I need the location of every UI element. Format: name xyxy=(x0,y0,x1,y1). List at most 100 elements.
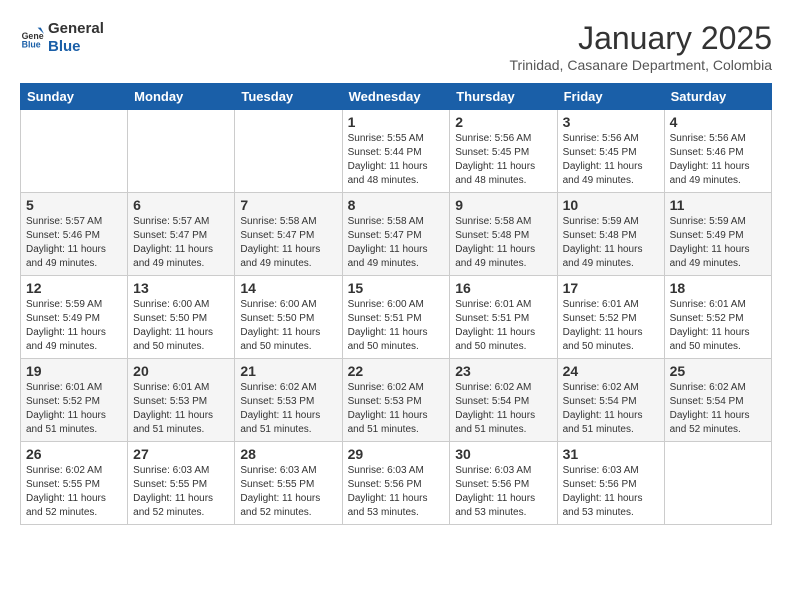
day-number: 15 xyxy=(348,280,445,296)
header-monday: Monday xyxy=(128,84,235,110)
day-number: 23 xyxy=(455,363,551,379)
cell-details: Sunrise: 6:00 AMSunset: 5:50 PMDaylight:… xyxy=(240,298,336,354)
title-area: January 2025 Trinidad, Casanare Departme… xyxy=(510,20,773,73)
cell-details: Sunrise: 5:55 AMSunset: 5:44 PMDaylight:… xyxy=(348,132,445,188)
calendar-cell xyxy=(128,110,235,193)
day-number: 4 xyxy=(670,114,766,130)
calendar-cell: 28Sunrise: 6:03 AMSunset: 5:55 PMDayligh… xyxy=(235,442,342,525)
cell-details: Sunrise: 6:01 AMSunset: 5:52 PMDaylight:… xyxy=(563,298,659,354)
cell-details: Sunrise: 6:03 AMSunset: 5:55 PMDaylight:… xyxy=(240,464,336,520)
header-wednesday: Wednesday xyxy=(342,84,450,110)
calendar-cell: 26 Sunrise: 6:02 AMSunset: 5:55 PMDayligh… xyxy=(21,442,128,525)
logo-general: General xyxy=(48,20,104,37)
day-number: 22 xyxy=(348,363,445,379)
calendar-cell xyxy=(21,110,128,193)
calendar-cell: 18 Sunrise: 6:01 AMSunset: 5:52 PMDayligh… xyxy=(664,276,771,359)
cell-details: Sunrise: 6:01 AMSunset: 5:52 PMDaylight:… xyxy=(26,381,122,437)
calendar-cell: 20Sunrise: 6:01 AMSunset: 5:53 PMDayligh… xyxy=(128,359,235,442)
calendar-cell: 19 Sunrise: 6:01 AMSunset: 5:52 PMDayligh… xyxy=(21,359,128,442)
calendar-cell: 6Sunrise: 5:57 AMSunset: 5:47 PMDaylight… xyxy=(128,193,235,276)
day-number: 2 xyxy=(455,114,551,130)
cell-details: Sunrise: 6:02 AMSunset: 5:54 PMDaylight:… xyxy=(563,381,659,437)
cell-details: Sunrise: 6:03 AMSunset: 5:56 PMDaylight:… xyxy=(455,464,551,520)
calendar-week-row: 26 Sunrise: 6:02 AMSunset: 5:55 PMDayligh… xyxy=(21,442,772,525)
calendar-cell xyxy=(664,442,771,525)
calendar-cell: 23 Sunrise: 6:02 AMSunset: 5:54 PMDayligh… xyxy=(450,359,557,442)
day-number: 31 xyxy=(563,446,659,462)
calendar-cell: 30 Sunrise: 6:03 AMSunset: 5:56 PMDayligh… xyxy=(450,442,557,525)
calendar-cell: 21 Sunrise: 6:02 AMSunset: 5:53 PMDayligh… xyxy=(235,359,342,442)
header-thursday: Thursday xyxy=(450,84,557,110)
day-number: 7 xyxy=(240,197,336,213)
cell-details: Sunrise: 6:02 AMSunset: 5:54 PMDaylight:… xyxy=(670,381,766,437)
cell-details: Sunrise: 6:02 AMSunset: 5:55 PMDaylight:… xyxy=(26,464,122,520)
day-number: 21 xyxy=(240,363,336,379)
day-number: 18 xyxy=(670,280,766,296)
day-number: 5 xyxy=(26,197,122,213)
calendar-cell: 2 Sunrise: 5:56 AMSunset: 5:45 PMDaylight… xyxy=(450,110,557,193)
header-sunday: Sunday xyxy=(21,84,128,110)
calendar-cell: 5Sunrise: 5:57 AMSunset: 5:46 PMDaylight… xyxy=(21,193,128,276)
day-number: 24 xyxy=(563,363,659,379)
cell-details: Sunrise: 5:59 AMSunset: 5:49 PMDaylight:… xyxy=(670,215,766,271)
cell-details: Sunrise: 6:00 AMSunset: 5:51 PMDaylight:… xyxy=(348,298,445,354)
cell-details: Sunrise: 6:03 AMSunset: 5:56 PMDaylight:… xyxy=(563,464,659,520)
day-number: 30 xyxy=(455,446,551,462)
header-tuesday: Tuesday xyxy=(235,84,342,110)
day-number: 10 xyxy=(563,197,659,213)
location-subtitle: Trinidad, Casanare Department, Colombia xyxy=(510,57,773,73)
logo-icon: General Blue xyxy=(20,26,44,50)
cell-details: Sunrise: 6:01 AMSunset: 5:53 PMDaylight:… xyxy=(133,381,229,437)
calendar-cell: 15 Sunrise: 6:00 AMSunset: 5:51 PMDayligh… xyxy=(342,276,450,359)
cell-details: Sunrise: 5:56 AMSunset: 5:45 PMDaylight:… xyxy=(455,132,551,188)
calendar-cell: 4 Sunrise: 5:56 AMSunset: 5:46 PMDaylight… xyxy=(664,110,771,193)
calendar-cell: 13 Sunrise: 6:00 AMSunset: 5:50 PMDayligh… xyxy=(128,276,235,359)
header-saturday: Saturday xyxy=(664,84,771,110)
calendar-week-row: 1 Sunrise: 5:55 AMSunset: 5:44 PMDaylight… xyxy=(21,110,772,193)
calendar-header-row: Sunday Monday Tuesday Wednesday Thursday… xyxy=(21,84,772,110)
day-number: 16 xyxy=(455,280,551,296)
calendar-cell: 25 Sunrise: 6:02 AMSunset: 5:54 PMDayligh… xyxy=(664,359,771,442)
calendar-cell: 12Sunrise: 5:59 AMSunset: 5:49 PMDayligh… xyxy=(21,276,128,359)
cell-details: Sunrise: 6:01 AMSunset: 5:52 PMDaylight:… xyxy=(670,298,766,354)
calendar-cell: 16 Sunrise: 6:01 AMSunset: 5:51 PMDayligh… xyxy=(450,276,557,359)
month-title: January 2025 xyxy=(510,20,773,57)
day-number: 25 xyxy=(670,363,766,379)
cell-details: Sunrise: 6:00 AMSunset: 5:50 PMDaylight:… xyxy=(133,298,229,354)
calendar-cell: 14Sunrise: 6:00 AMSunset: 5:50 PMDayligh… xyxy=(235,276,342,359)
calendar-cell: 7Sunrise: 5:58 AMSunset: 5:47 PMDaylight… xyxy=(235,193,342,276)
day-number: 1 xyxy=(348,114,445,130)
logo-blue: Blue xyxy=(48,38,81,55)
cell-details: Sunrise: 5:56 AMSunset: 5:46 PMDaylight:… xyxy=(670,132,766,188)
cell-details: Sunrise: 5:58 AMSunset: 5:48 PMDaylight:… xyxy=(455,215,551,271)
day-number: 19 xyxy=(26,363,122,379)
cell-details: Sunrise: 6:01 AMSunset: 5:51 PMDaylight:… xyxy=(455,298,551,354)
calendar-cell: 24 Sunrise: 6:02 AMSunset: 5:54 PMDayligh… xyxy=(557,359,664,442)
day-number: 9 xyxy=(455,197,551,213)
day-number: 13 xyxy=(133,280,229,296)
calendar-week-row: 12Sunrise: 5:59 AMSunset: 5:49 PMDayligh… xyxy=(21,276,772,359)
calendar-week-row: 5Sunrise: 5:57 AMSunset: 5:46 PMDaylight… xyxy=(21,193,772,276)
calendar-cell: 1 Sunrise: 5:55 AMSunset: 5:44 PMDaylight… xyxy=(342,110,450,193)
calendar-cell: 3Sunrise: 5:56 AMSunset: 5:45 PMDaylight… xyxy=(557,110,664,193)
calendar-table: Sunday Monday Tuesday Wednesday Thursday… xyxy=(20,83,772,525)
calendar-cell: 22Sunrise: 6:02 AMSunset: 5:53 PMDayligh… xyxy=(342,359,450,442)
logo: General Blue General Blue xyxy=(20,20,104,56)
day-number: 29 xyxy=(348,446,445,462)
header-friday: Friday xyxy=(557,84,664,110)
calendar-cell: 27Sunrise: 6:03 AMSunset: 5:55 PMDayligh… xyxy=(128,442,235,525)
cell-details: Sunrise: 5:57 AMSunset: 5:47 PMDaylight:… xyxy=(133,215,229,271)
calendar-cell: 8Sunrise: 5:58 AMSunset: 5:47 PMDaylight… xyxy=(342,193,450,276)
day-number: 26 xyxy=(26,446,122,462)
calendar-cell: 29Sunrise: 6:03 AMSunset: 5:56 PMDayligh… xyxy=(342,442,450,525)
cell-details: Sunrise: 5:58 AMSunset: 5:47 PMDaylight:… xyxy=(348,215,445,271)
cell-details: Sunrise: 5:56 AMSunset: 5:45 PMDaylight:… xyxy=(563,132,659,188)
calendar-cell: 11 Sunrise: 5:59 AMSunset: 5:49 PMDayligh… xyxy=(664,193,771,276)
cell-details: Sunrise: 6:02 AMSunset: 5:54 PMDaylight:… xyxy=(455,381,551,437)
cell-details: Sunrise: 5:59 AMSunset: 5:49 PMDaylight:… xyxy=(26,298,122,354)
day-number: 11 xyxy=(670,197,766,213)
day-number: 17 xyxy=(563,280,659,296)
page-header: General Blue General Blue January 2025 T… xyxy=(20,20,772,73)
calendar-cell: 17 Sunrise: 6:01 AMSunset: 5:52 PMDayligh… xyxy=(557,276,664,359)
cell-details: Sunrise: 6:02 AMSunset: 5:53 PMDaylight:… xyxy=(240,381,336,437)
